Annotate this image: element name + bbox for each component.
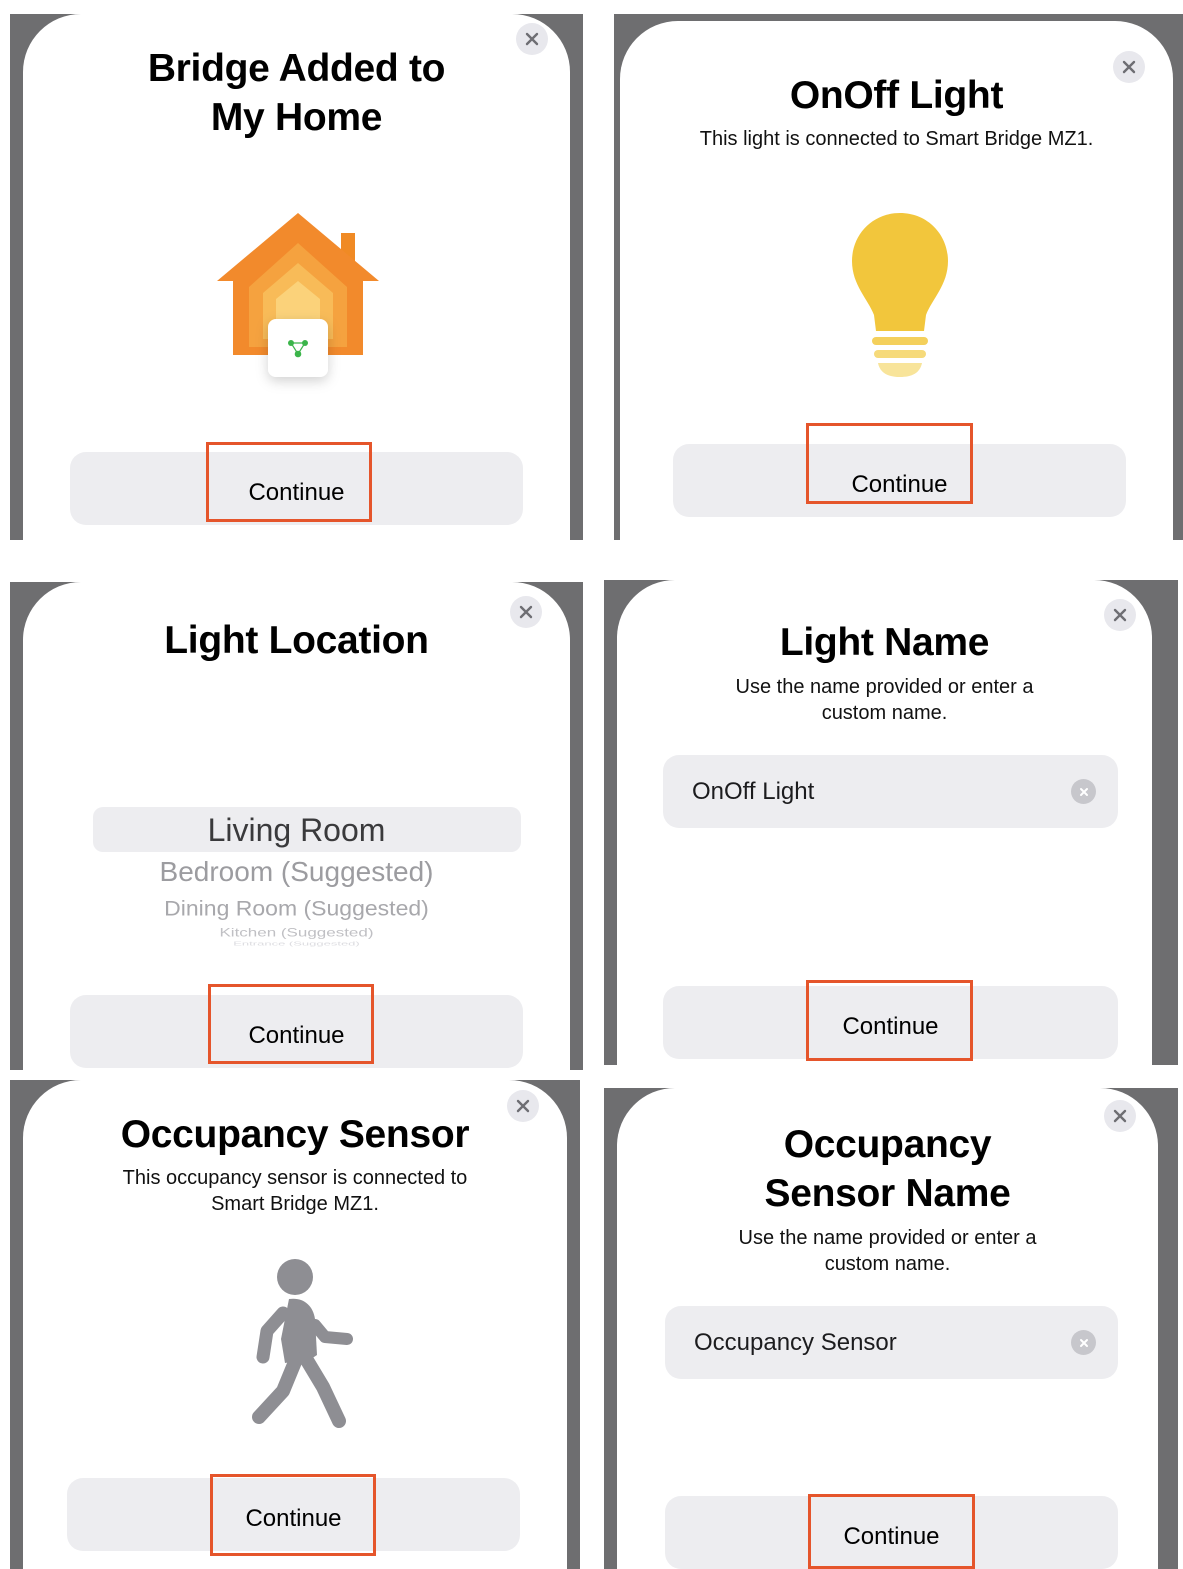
occupancy-sensor-name-sheet: Occupancy Sensor Name Use the name provi… [617,1088,1158,1569]
continue-button[interactable]: Continue [673,444,1126,517]
room-picker[interactable]: Living Room Bedroom (Suggested) Dining R… [23,797,570,947]
bridge-added-panel: Bridge Added to My Home Continue [10,14,583,540]
picker-option[interactable]: Bedroom (Suggested) [23,856,570,888]
picker-option[interactable]: Kitchen (Suggested) [23,926,570,940]
name-field[interactable] [665,1306,1118,1379]
home-with-bridge-icon [217,213,379,377]
clear-icon [1079,1338,1088,1347]
continue-label: Continue [248,1021,345,1049]
subtitle-line: custom name. [821,702,948,724]
clear-text-button[interactable] [1071,779,1096,804]
continue-button[interactable]: Continue [663,986,1118,1059]
subtitle-line: This occupancy sensor is connected to [122,1167,468,1189]
person-walking-icon [252,1259,353,1428]
page-title: Light Location [164,619,429,662]
picker-option-selected[interactable]: Living Room [23,812,570,849]
picker-option[interactable]: Entrance (Suggested) [23,940,570,947]
title-line: Occupancy [783,1123,992,1166]
occupancy-sensor-sheet: Occupancy Sensor This occupancy sensor i… [23,1080,567,1569]
light-location-panel: Light Location Living Room Bedroom (Sugg… [10,582,583,1070]
picker-option[interactable]: Dining Room (Suggested) [23,896,570,921]
title-line: Sensor Name [764,1172,1011,1215]
light-location-sheet: Light Location Living Room Bedroom (Sugg… [23,582,570,1070]
page-subtitle: Use the name provided or enter a custom … [617,674,1152,726]
name-input[interactable] [692,755,1022,828]
subtitle-line: Use the name provided or enter a [735,676,1034,698]
continue-label: Continue [248,478,345,506]
continue-label: Continue [851,470,948,498]
clear-text-button[interactable] [1071,1330,1096,1355]
subtitle-line: Smart Bridge MZ1. [211,1193,379,1215]
title-line: My Home [210,96,383,139]
continue-button[interactable]: Continue [70,995,523,1068]
continue-label: Continue [843,1522,940,1550]
occupancy-sensor-panel: Occupancy Sensor This occupancy sensor i… [10,1080,580,1569]
onoff-light-panel: OnOff Light This light is connected to S… [614,14,1183,540]
continue-label: Continue [245,1504,342,1532]
page-title: Light Name [779,621,990,664]
page-title: Occupancy Sensor [120,1113,470,1156]
page-title: Occupancy Sensor Name [617,1120,1158,1218]
lightbulb-icon [852,213,948,377]
continue-button[interactable]: Continue [665,1496,1118,1569]
name-input[interactable] [694,1306,1024,1379]
title-line: Bridge Added to [147,47,446,90]
continue-button[interactable]: Continue [70,452,523,525]
occupancy-sensor-name-panel: Occupancy Sensor Name Use the name provi… [604,1088,1178,1569]
bridge-added-sheet: Bridge Added to My Home Continue [23,14,570,540]
subtitle-line: custom name. [824,1253,951,1275]
subtitle-line: Use the name provided or enter a [738,1227,1037,1249]
light-name-panel: Light Name Use the name provided or ente… [604,580,1178,1065]
name-field[interactable] [663,755,1118,828]
continue-button[interactable]: Continue [67,1478,520,1551]
page-title: OnOff Light [789,74,1004,117]
page-subtitle: Use the name provided or enter a custom … [617,1225,1158,1277]
page-title: Bridge Added to My Home [23,44,570,142]
continue-label: Continue [842,1012,939,1040]
page-subtitle: This light is connected to Smart Bridge … [699,128,1094,150]
light-name-sheet: Light Name Use the name provided or ente… [617,580,1152,1065]
clear-icon [1079,787,1088,796]
page-subtitle: This occupancy sensor is connected to Sm… [23,1165,567,1217]
onoff-light-sheet: OnOff Light This light is connected to S… [620,21,1173,540]
